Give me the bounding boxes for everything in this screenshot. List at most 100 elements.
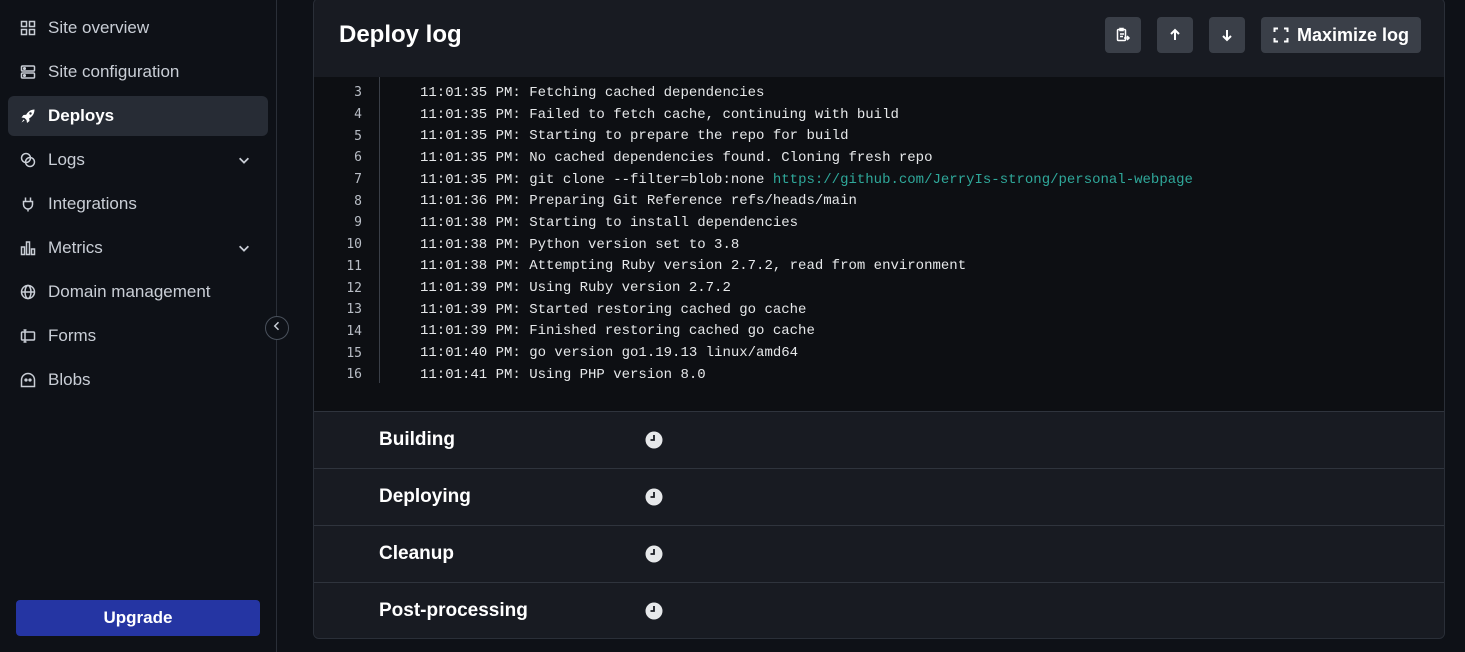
log-line: 11 11:01:38 PM: Attempting Ruby version 2… — [314, 256, 1444, 278]
log-line: 3 11:01:35 PM: Fetching cached dependenci… — [314, 82, 1444, 104]
log-text: 11:01:36 PM: Preparing Git Reference ref… — [420, 193, 857, 210]
sidebar-item-label: Integrations — [48, 194, 137, 213]
upgrade-button[interactable]: Upgrade — [16, 600, 260, 636]
log-line: 10 11:01:38 PM: Python version set to 3.8 — [314, 234, 1444, 256]
copy-log-button[interactable] — [1105, 17, 1141, 53]
sidebar: Site overview Site configuration Deploys… — [0, 0, 277, 652]
sidebar-item-metrics[interactable]: Metrics — [8, 228, 268, 268]
log-lines: 3 11:01:35 PM: Fetching cached dependenci… — [314, 82, 1444, 386]
chevron-down-icon[interactable] — [232, 240, 256, 256]
log-text: 11:01:39 PM: Using Ruby version 2.7.2 — [420, 280, 731, 297]
log-line: 9 11:01:38 PM: Starting to install depend… — [314, 212, 1444, 234]
line-number: 3 — [354, 85, 362, 101]
log-line: 5 11:01:35 PM: Starting to prepare the re… — [314, 125, 1444, 147]
log-line: 4 11:01:35 PM: Failed to fetch cache, con… — [314, 104, 1444, 126]
line-number: 10 — [346, 237, 362, 253]
step-label: Cleanup — [379, 543, 454, 564]
sidebar-item-forms[interactable]: Forms — [8, 316, 268, 356]
log-text: 11:01:38 PM: Attempting Ruby version 2.7… — [420, 258, 967, 275]
form-icon — [20, 328, 36, 344]
sidebar-item-blobs[interactable]: Blobs — [8, 360, 268, 400]
line-number: 14 — [346, 323, 362, 339]
sidebar-item-deploys[interactable]: Deploys — [8, 96, 268, 136]
step-deploying[interactable]: Deploying — [314, 468, 1444, 525]
line-number: 5 — [354, 128, 362, 144]
deploy-log-header: Deploy log Maximize log — [314, 0, 1444, 77]
arrow-up-icon — [1167, 27, 1183, 43]
sidebar-item-label: Forms — [48, 326, 97, 345]
rocket-icon — [20, 108, 36, 124]
sidebar-item-site-configuration[interactable]: Site configuration — [8, 52, 268, 92]
log-text: 11:01:35 PM: git clone --filter=blob:non… — [420, 172, 1193, 188]
log-text: 11:01:35 PM: No cached dependencies foun… — [420, 149, 933, 166]
blob-icon — [20, 372, 36, 388]
bar-chart-icon — [20, 240, 36, 256]
step-label: Building — [379, 429, 455, 450]
log-line: 14 11:01:39 PM: Finished restoring cached… — [314, 321, 1444, 343]
step-label: Deploying — [379, 486, 471, 507]
clock-icon — [645, 488, 663, 506]
log-line: 7 11:01:35 PM: git clone --filter=blob:no… — [314, 169, 1444, 191]
clock-icon — [645, 602, 663, 620]
log-line: 8 11:01:36 PM: Preparing Git Reference re… — [314, 190, 1444, 212]
line-number: 16 — [346, 367, 362, 383]
logs-icon — [20, 152, 36, 168]
maximize-icon — [1273, 27, 1297, 43]
clock-icon — [645, 431, 663, 449]
collapse-sidebar-button[interactable] — [265, 316, 289, 340]
log-line: 6 11:01:35 PM: No cached dependencies fou… — [314, 147, 1444, 169]
sidebar-item-site-overview[interactable]: Site overview — [8, 8, 268, 48]
line-number: 12 — [346, 280, 362, 296]
line-number: 6 — [354, 150, 362, 166]
scroll-top-button[interactable] — [1157, 17, 1193, 53]
sidebar-item-label: Deploys — [48, 106, 115, 125]
step-post-processing[interactable]: Post-processing — [314, 582, 1444, 638]
log-output[interactable]: 3 11:01:35 PM: Fetching cached dependenci… — [314, 77, 1444, 411]
log-text: 11:01:38 PM: Starting to install depende… — [420, 214, 799, 231]
sidebar-item-domain-management[interactable]: Domain management — [8, 272, 268, 312]
globe-icon — [20, 284, 36, 300]
scroll-bottom-button[interactable] — [1209, 17, 1245, 53]
chevron-down-icon[interactable] — [232, 152, 256, 168]
grid-icon — [20, 20, 36, 36]
sidebar-item-label: Site overview — [48, 18, 150, 37]
maximize-log-button[interactable]: Maximize log — [1261, 17, 1421, 53]
log-line: 15 11:01:40 PM: go version go1.19.13 linu… — [314, 342, 1444, 364]
log-line: 16 11:01:41 PM: Using PHP version 8.0 — [314, 364, 1444, 386]
log-text: 11:01:38 PM: Python version set to 3.8 — [420, 236, 740, 253]
sidebar-item-label: Logs — [48, 150, 85, 169]
maximize-log-label: Maximize log — [1296, 24, 1410, 45]
log-text: 11:01:39 PM: Finished restoring cached g… — [420, 323, 815, 340]
sidebar-item-label: Metrics — [48, 238, 103, 257]
config-icon — [20, 64, 36, 80]
line-number: 7 — [354, 172, 362, 188]
line-number: 8 — [354, 193, 362, 209]
log-text: 11:01:35 PM: Failed to fetch cache, cont… — [420, 106, 899, 123]
sidebar-nav: Site overview Site configuration Deploys… — [8, 8, 268, 404]
line-number: 13 — [346, 302, 362, 318]
deploy-log-panel: Deploy log Maximize log 311:01:35 PM: F — [313, 0, 1445, 639]
log-line: 12 11:01:39 PM: Using Ruby version 2.7.2 — [314, 277, 1444, 299]
log-text: 11:01:35 PM: Fetching cached dependencie… — [420, 84, 765, 101]
step-building[interactable]: Building — [314, 411, 1444, 468]
repo-link[interactable]: https://github.com/JerryIs-strong/person… — [773, 172, 1193, 188]
log-text: 11:01:41 PM: Using PHP version 8.0 — [420, 366, 706, 383]
chevron-left-icon — [271, 319, 283, 337]
log-text-prefix: 11:01:35 PM: git clone --filter=blob:non… — [420, 171, 773, 188]
sidebar-item-label: Blobs — [48, 370, 91, 389]
log-text: 11:01:40 PM: go version go1.19.13 linux/… — [420, 345, 799, 362]
line-number: 15 — [346, 345, 362, 361]
log-text: 11:01:35 PM: Starting to prepare the rep… — [420, 128, 849, 145]
sidebar-item-label: Domain management — [48, 282, 211, 301]
sidebar-item-logs[interactable]: Logs — [8, 140, 268, 180]
sidebar-item-integrations[interactable]: Integrations — [8, 184, 268, 224]
plug-icon — [20, 196, 36, 212]
line-number: 11 — [346, 258, 362, 274]
line-number: 9 — [354, 215, 362, 231]
sidebar-item-label: Site configuration — [48, 62, 180, 81]
copy-icon — [1115, 27, 1131, 43]
line-number: 4 — [354, 107, 362, 123]
clock-icon — [645, 545, 663, 563]
step-cleanup[interactable]: Cleanup — [314, 525, 1444, 582]
arrow-down-icon — [1219, 27, 1235, 43]
